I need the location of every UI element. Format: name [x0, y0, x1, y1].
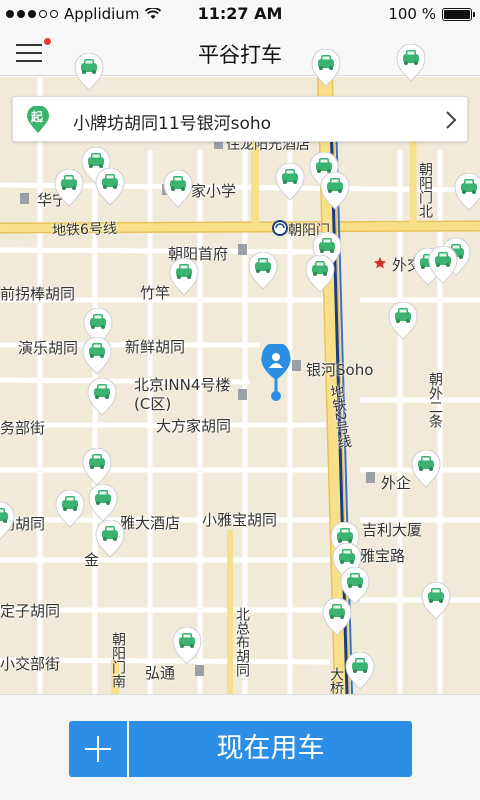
map-label: 朝阳门南: [110, 632, 126, 688]
map-label: 竹竿: [140, 284, 171, 302]
nav-bar: 平谷打车: [0, 28, 480, 76]
user-location-icon[interactable]: [258, 344, 294, 404]
map-label: 朝阳首府: [168, 245, 229, 263]
map-view[interactable]: 华宁 中家小学 住龙阳光酒店 朝阳门 地铁6号线 朝阳首府 外交部 前拐棒胡同 …: [0, 77, 480, 694]
map-label: 小交部街: [0, 655, 61, 673]
map-roads: [0, 77, 480, 694]
map-label: 吉利大厦: [362, 521, 423, 539]
map-label: 银河Soho: [306, 361, 374, 379]
map-label: 朝外二条: [427, 372, 443, 428]
map-label: 北京INN4号楼: [134, 376, 231, 394]
map-label: 地铁6号线: [51, 220, 118, 240]
map-label: 华宁: [37, 191, 68, 209]
page-title: 平谷打车: [198, 43, 282, 67]
map-label: 朝阳门北: [417, 162, 433, 218]
map-label: 金: [84, 551, 100, 569]
map-label: (C区): [134, 395, 172, 413]
map-label: 定子胡同: [0, 602, 61, 620]
map-label: 雅宝路: [360, 547, 406, 565]
map-label: 大桥: [328, 667, 344, 694]
pickup-location-card[interactable]: 起 小牌坊胡同11号银河soho: [12, 96, 468, 142]
map-label: 新鲜胡同: [125, 338, 186, 356]
map-label: 外交部: [392, 256, 438, 274]
battery-percent: 100 %: [388, 5, 436, 23]
map-label: 弘通: [145, 664, 176, 682]
map-label: 朝阳门: [288, 223, 330, 239]
status-bar: Applidium 11:27 AM 100 %: [0, 0, 480, 28]
map-label: 大方家胡同: [156, 417, 232, 435]
map-label: 外企: [381, 474, 412, 492]
map-label: 小雅宝胡同: [202, 511, 278, 529]
map-label: 中家小学: [176, 182, 237, 200]
map-label: 前拐棒胡同: [0, 285, 76, 303]
pickup-address: 小牌坊胡同11号银河soho: [73, 114, 272, 134]
map-label: 勖胡同: [0, 515, 46, 533]
battery-icon: [442, 7, 475, 21]
chevron-right-icon: [446, 111, 457, 129]
call-taxi-button[interactable]: 现在用车: [129, 721, 412, 777]
pickup-badge: 起: [31, 110, 44, 124]
map-label: 雅大酒店: [120, 514, 181, 532]
status-bar-right: 100 %: [388, 5, 475, 23]
map-label: 演乐胡同: [18, 339, 79, 357]
map-label: 务部街: [0, 419, 46, 437]
map-label: 北总布胡同: [234, 607, 250, 677]
bottom-action-bar: 现在用车: [0, 694, 480, 800]
plus-button[interactable]: [69, 721, 127, 777]
